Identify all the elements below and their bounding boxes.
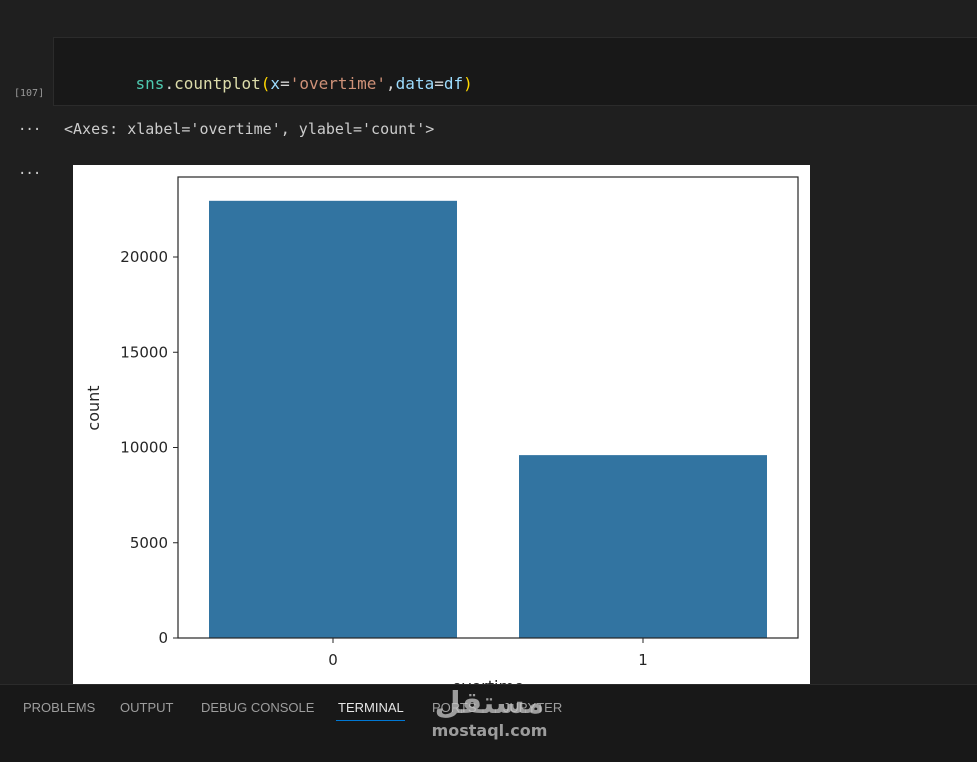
output-more-icon[interactable]: ··· xyxy=(18,122,41,138)
x-tick-label: 1 xyxy=(638,651,648,669)
code-token: ( xyxy=(260,74,271,93)
code-token: 'overtime' xyxy=(289,74,387,93)
code-token: = xyxy=(434,74,444,93)
countplot-chart: 05000100001500020000 01 count overtime xyxy=(84,176,799,685)
tab-ports[interactable]: PORTS xyxy=(432,700,477,715)
output-more-icon[interactable]: ··· xyxy=(18,166,41,182)
active-tab-indicator xyxy=(336,720,405,721)
y-tick-label: 10000 xyxy=(120,439,168,457)
y-axis-label: count xyxy=(84,385,103,430)
y-tick-label: 0 xyxy=(158,629,168,647)
code-token: x xyxy=(270,74,281,93)
tab-output[interactable]: OUTPUT xyxy=(120,700,173,715)
code-token: data xyxy=(395,74,435,93)
tab-terminal[interactable]: TERMINAL xyxy=(338,700,404,715)
plot-output: 05000100001500020000 01 count overtime xyxy=(73,165,810,685)
tab-jupyter[interactable]: JUPYTER xyxy=(503,700,562,715)
code-cell[interactable]: sns.countplot(x='overtime',data=df) xyxy=(53,37,977,106)
tab-debug-console[interactable]: DEBUG CONSOLE xyxy=(201,700,314,715)
code-line[interactable]: sns.countplot(x='overtime',data=df) xyxy=(97,55,473,112)
tab-problems[interactable]: PROBLEMS xyxy=(23,700,95,715)
x-tick-label: 0 xyxy=(328,651,338,669)
code-token: sns xyxy=(135,74,165,93)
code-token: , xyxy=(386,74,396,93)
y-tick-label: 15000 xyxy=(120,343,168,361)
bottom-panel: PROBLEMS OUTPUT DEBUG CONSOLE TERMINAL P… xyxy=(0,684,977,762)
output-text: <Axes: xlabel='overtime', ylabel='count'… xyxy=(64,120,435,138)
y-tick-label: 20000 xyxy=(120,248,168,266)
code-token: df xyxy=(443,74,464,93)
bar-0 xyxy=(209,200,457,638)
code-token: . xyxy=(164,74,175,93)
execution-count: [107] xyxy=(14,88,45,99)
code-token: = xyxy=(280,74,290,93)
y-tick-label: 5000 xyxy=(130,534,168,552)
bar-1 xyxy=(519,455,767,638)
code-token: ) xyxy=(463,74,473,93)
top-area xyxy=(0,0,977,37)
code-token: countplot xyxy=(174,74,261,93)
